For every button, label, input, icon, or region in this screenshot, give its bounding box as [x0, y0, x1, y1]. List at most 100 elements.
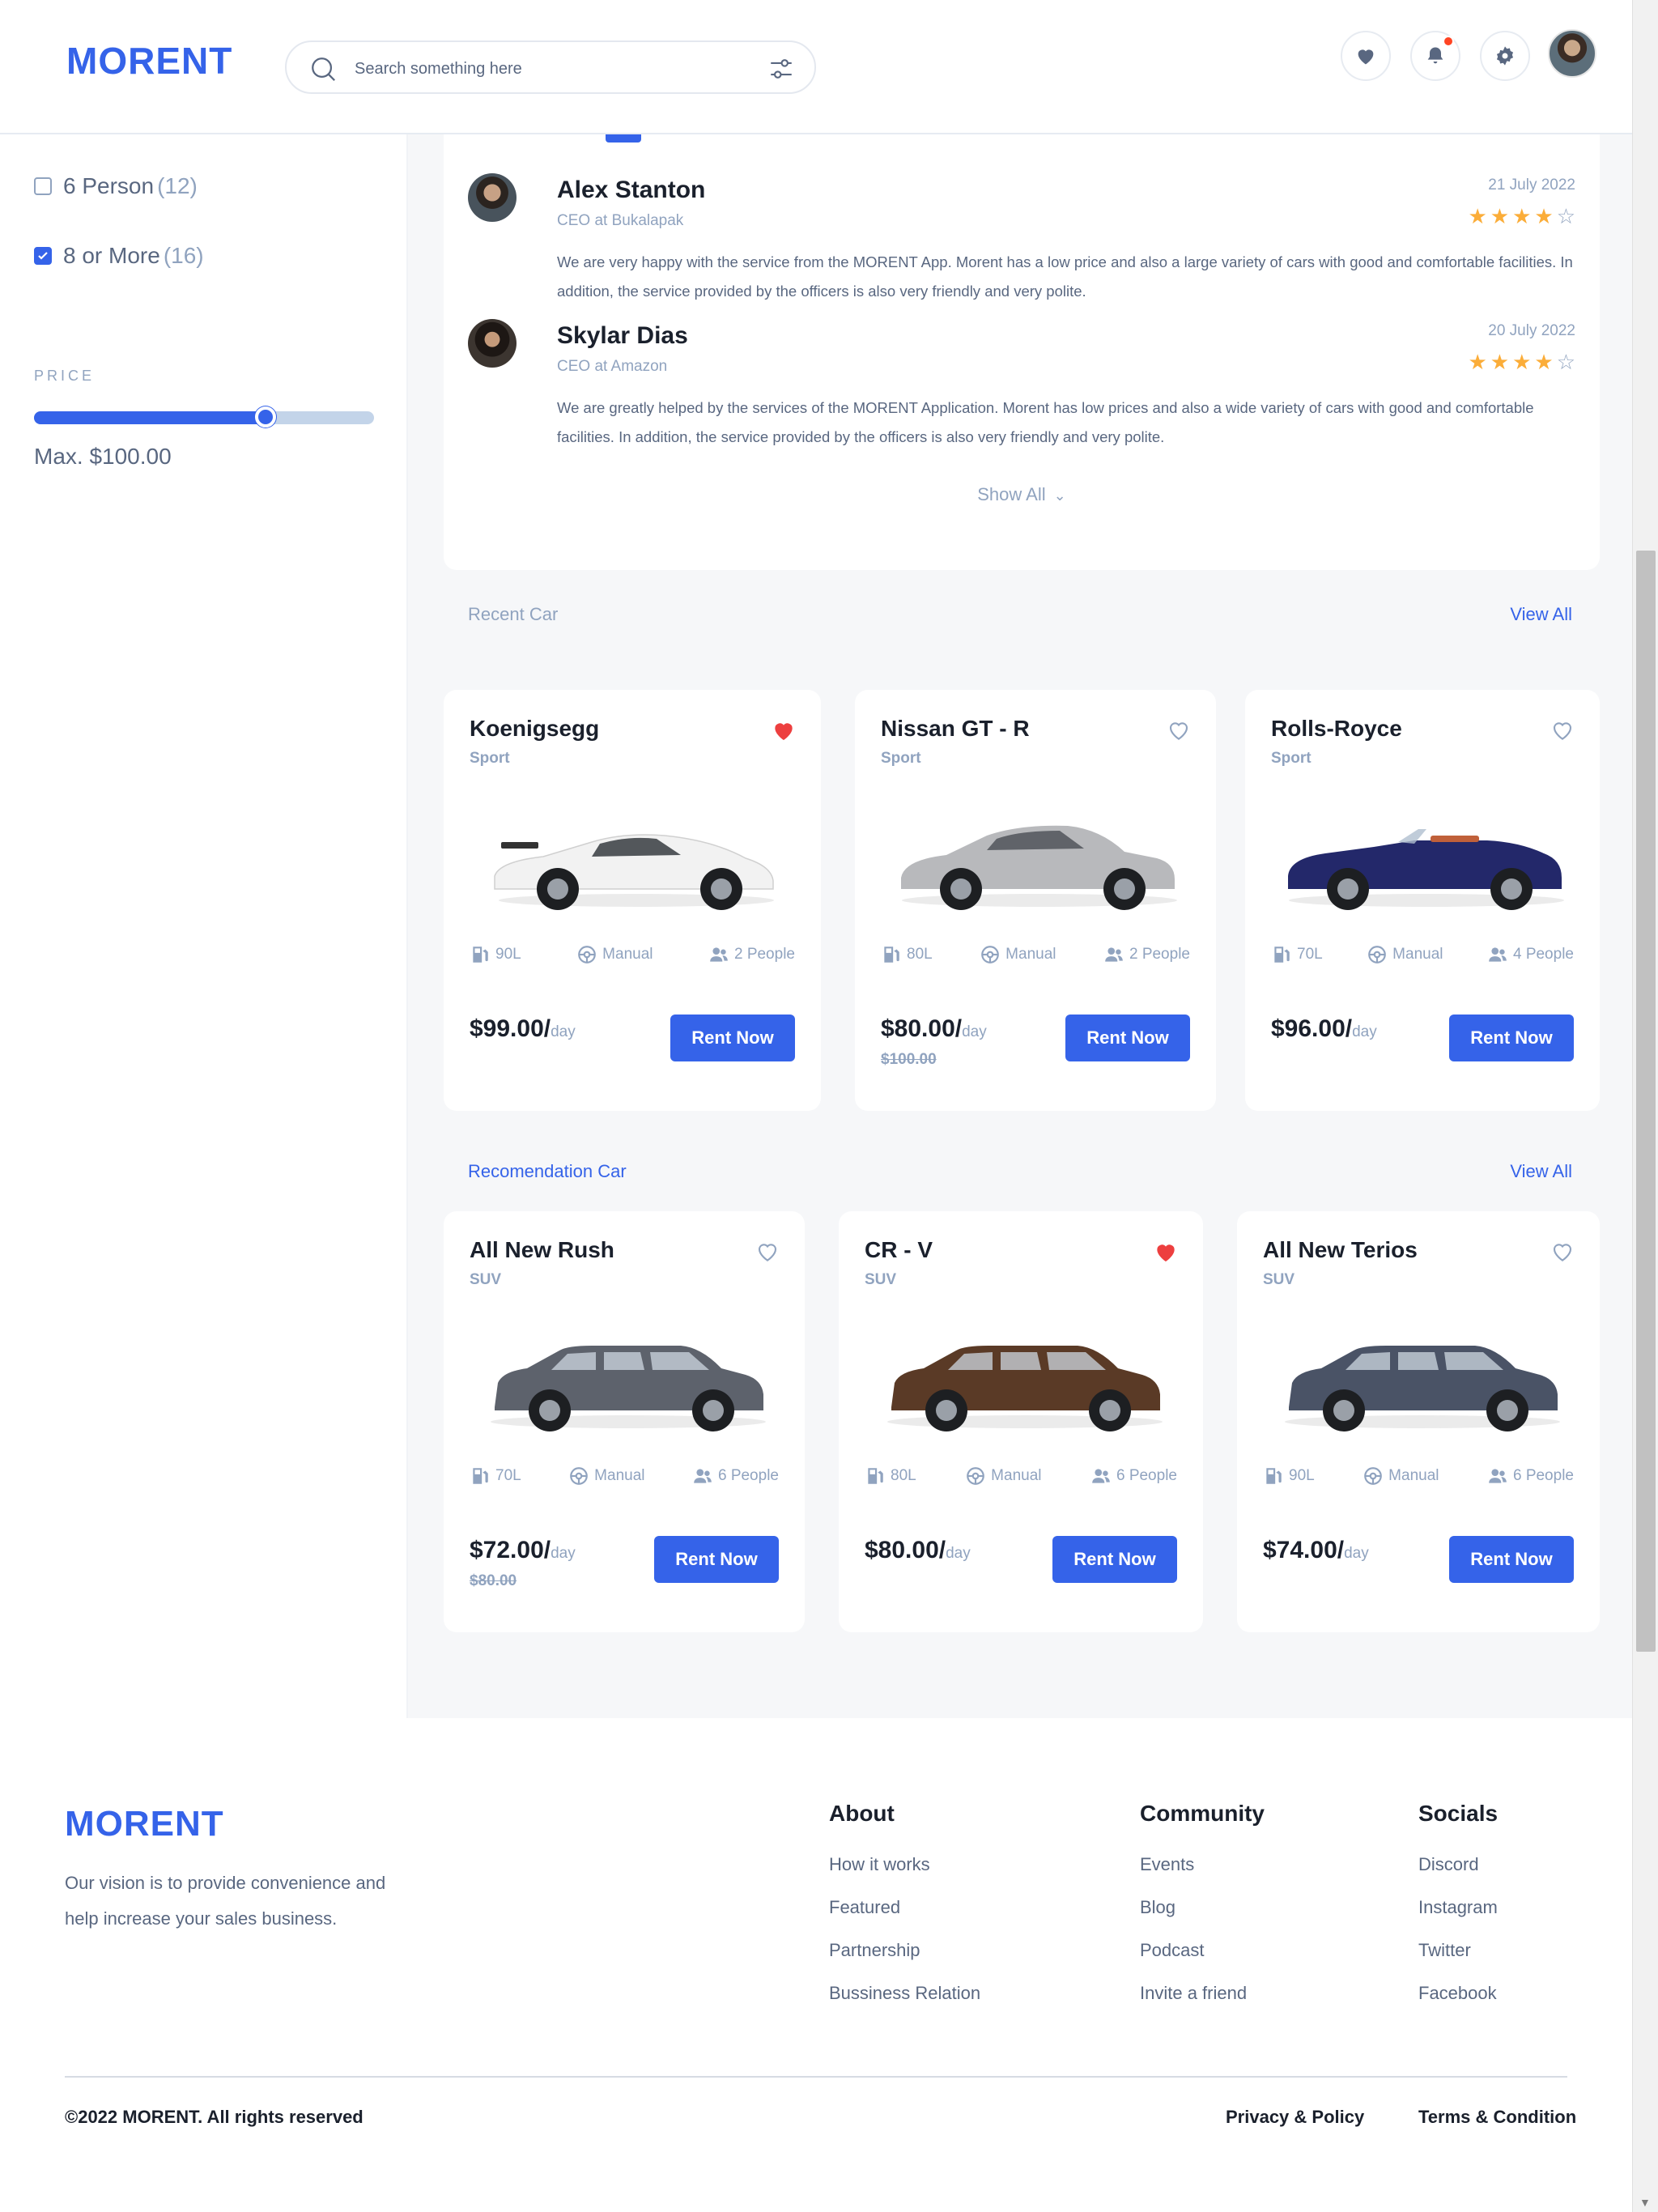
car-name: Koenigsegg [470, 716, 600, 741]
heart-filled-icon[interactable] [1153, 1239, 1179, 1265]
car-image-wrap [487, 811, 778, 921]
car-card[interactable]: All New Rush SUV 70L Manual 6 People $72… [444, 1211, 805, 1632]
reviewer-name: Skylar Dias [557, 322, 688, 349]
settings-button[interactable] [1480, 31, 1530, 81]
car-card[interactable]: All New Terios SUV 90L Manual 6 People $… [1237, 1211, 1600, 1632]
heart-outline-icon[interactable] [1550, 1239, 1575, 1265]
footer-link[interactable]: Partnership [829, 1940, 980, 1983]
search-bar[interactable] [285, 40, 816, 94]
people-icon [710, 947, 728, 962]
fuel-spec: 70L [470, 1465, 521, 1487]
rent-now-button[interactable]: Rent Now [1449, 1015, 1574, 1061]
rent-now-button[interactable]: Rent Now [1065, 1015, 1190, 1061]
footer-column-socials: Socials Discord Instagram Twitter Facebo… [1418, 1801, 1498, 2026]
footer-column-title: About [829, 1801, 895, 1826]
privacy-policy-link[interactable]: Privacy & Policy [1226, 2107, 1364, 2128]
star-icon: ★ [1468, 350, 1487, 374]
recent-car-title: Recent Car [468, 604, 559, 624]
heart-outline-icon[interactable] [755, 1239, 780, 1265]
footer-link[interactable]: Events [1140, 1854, 1265, 1897]
star-icon: ★ [1468, 204, 1487, 228]
car-specs: 70L Manual 4 People [1271, 944, 1574, 965]
logo[interactable]: MORENT [66, 39, 232, 83]
car-card[interactable]: Rolls-Royce Sport 70L Manual 4 People $9… [1245, 690, 1600, 1111]
heart-filled-icon[interactable] [771, 717, 797, 743]
steering-wheel-icon [570, 1467, 589, 1485]
footer-link[interactable]: Instagram [1418, 1897, 1498, 1940]
price-slider-handle[interactable] [254, 406, 276, 428]
car-image-wrap [875, 1333, 1167, 1442]
car-card[interactable]: CR - V SUV 80L Manual 6 People $80.00/da… [839, 1211, 1203, 1632]
footer-link[interactable]: Podcast [1140, 1940, 1265, 1983]
rent-now-button[interactable]: Rent Now [654, 1536, 779, 1583]
footer-link[interactable]: Discord [1418, 1854, 1498, 1897]
user-avatar[interactable] [1548, 29, 1596, 78]
capacity-label: 8 or More [63, 243, 160, 268]
fuel-value: 80L [891, 1467, 916, 1484]
footer-link[interactable]: Facebook [1418, 1983, 1498, 2026]
fuel-spec: 90L [470, 944, 521, 965]
footer-logo[interactable]: MORENT [65, 1804, 224, 1844]
transmission-value: Manual [594, 1467, 645, 1484]
capacity-spec: 2 People [708, 944, 795, 965]
search-input[interactable] [355, 53, 711, 84]
show-all-button[interactable]: Show All ⌄ [444, 484, 1600, 505]
heart-outline-icon[interactable] [1166, 717, 1192, 743]
notification-badge [1443, 36, 1454, 47]
footer-link[interactable]: Bussiness Relation [829, 1983, 980, 2026]
recommended-view-all-link[interactable]: View All [1510, 1161, 1572, 1182]
footer-link[interactable]: How it works [829, 1854, 980, 1897]
scrollbar-thumb[interactable] [1636, 551, 1656, 1652]
reviewer-role: CEO at Bukalapak [557, 212, 684, 229]
capacity-option-8[interactable]: 8 or More (16) [34, 243, 204, 269]
capacity-option-6[interactable]: 6 Person (12) [34, 173, 198, 199]
car-name: CR - V [865, 1237, 933, 1262]
capacity-spec: 4 People [1487, 944, 1574, 965]
fuel-icon [473, 1468, 488, 1484]
heart-outline-icon[interactable] [1550, 717, 1575, 743]
people-icon [1092, 1469, 1110, 1483]
price-slider[interactable] [34, 406, 374, 428]
transmission-spec: Manual [568, 1465, 645, 1487]
price-value: $80.00/ [865, 1537, 946, 1563]
footer-link[interactable]: Invite a friend [1140, 1983, 1265, 2026]
transmission-spec: Manual [965, 1465, 1042, 1487]
fuel-spec: 80L [865, 1465, 916, 1487]
footer: MORENT Our vision is to provide convenie… [0, 1718, 1632, 2212]
steering-wheel-icon [578, 946, 597, 963]
car-image [1288, 829, 1564, 910]
car-card[interactable]: Koenigsegg Sport 90L Manual 2 People $99… [444, 690, 821, 1111]
bell-icon [1427, 47, 1443, 64]
rent-now-button[interactable]: Rent Now [1449, 1536, 1574, 1583]
review-stars: ★ ★ ★ ★ ☆ [1468, 350, 1575, 374]
filter-icon[interactable] [767, 55, 795, 83]
reviewer-avatar [468, 319, 517, 368]
price-value: $74.00/ [1263, 1537, 1345, 1563]
footer-link[interactable]: Blog [1140, 1897, 1265, 1940]
scroll-down-arrow[interactable]: ▼ [1639, 2196, 1651, 2209]
gear-icon [1496, 46, 1514, 66]
capacity-8-checkbox[interactable] [34, 247, 52, 265]
rent-now-button[interactable]: Rent Now [1052, 1536, 1177, 1583]
rent-now-button[interactable]: Rent Now [670, 1015, 795, 1061]
footer-link[interactable]: Twitter [1418, 1940, 1498, 1983]
notifications-button[interactable] [1410, 31, 1460, 81]
page-scrollbar[interactable]: ▼ [1632, 0, 1658, 2212]
capacity-6-checkbox[interactable] [34, 177, 52, 195]
car-card[interactable]: Nissan GT - R Sport 80L Manual 2 People … [855, 690, 1216, 1111]
price-unit: day [551, 1545, 576, 1562]
footer-vision: Our vision is to provide convenience and… [65, 1873, 386, 1929]
star-icon: ★ [1534, 350, 1554, 374]
terms-condition-link[interactable]: Terms & Condition [1418, 2107, 1576, 2128]
capacity-value: 4 People [1512, 946, 1574, 963]
car-name: All New Terios [1263, 1237, 1418, 1262]
capacity-count: (16) [163, 243, 204, 268]
price-value: $80.00/ [881, 1015, 963, 1042]
price-slider-fill [34, 411, 266, 424]
recent-view-all-link[interactable]: View All [1510, 604, 1572, 625]
footer-link[interactable]: Featured [829, 1897, 980, 1940]
favorites-button[interactable] [1341, 31, 1391, 81]
old-price: $80.00 [470, 1572, 517, 1589]
transmission-value: Manual [1005, 946, 1056, 963]
car-image [1285, 1346, 1560, 1431]
